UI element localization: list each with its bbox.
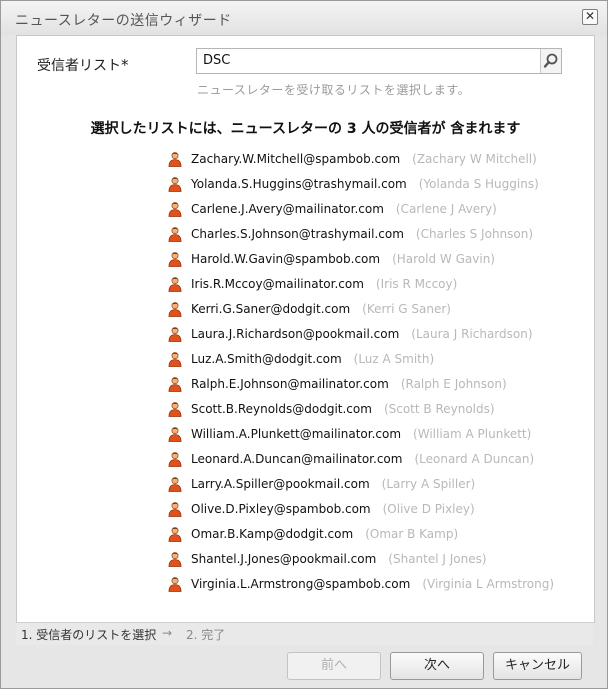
recipient-row: Kerri.G.Saner@dodgit.com (Kerri G Saner) (167, 296, 554, 321)
window-title: ニュースレターの送信ウィザード (15, 13, 232, 29)
person-icon (167, 301, 183, 317)
person-icon (167, 276, 183, 292)
recipient-name: (Yolanda S Huggins) (418, 176, 539, 191)
recipient-email: Kerri.G.Saner@dodgit.com (191, 301, 351, 316)
person-icon (167, 451, 183, 467)
person-icon (167, 401, 183, 417)
recipient-email: Yolanda.S.Huggins@trashymail.com (191, 176, 407, 191)
recipient-row: Larry.A.Spiller@pookmail.com (Larry A Spi… (167, 471, 554, 496)
person-icon (167, 426, 183, 442)
person-icon (167, 351, 183, 367)
content-panel: 受信者リスト* ニュースレターを受け取るリストを選択します。 選択したリストには… (16, 35, 595, 623)
recipient-list-label-text: 受信者リスト (37, 58, 121, 74)
field-hint: ニュースレターを受け取るリストを選択します。 (197, 83, 471, 97)
person-icon (167, 151, 183, 167)
recipient-name: (Ralph E Johnson) (400, 376, 507, 391)
recipient-email: Luz.A.Smith@dodgit.com (191, 351, 342, 366)
recipient-email: Iris.R.Mccoy@mailinator.com (191, 276, 364, 291)
recipient-email: Shantel.J.Jones@pookmail.com (191, 551, 377, 566)
recipient-email: William.A.Plunkett@mailinator.com (191, 426, 402, 441)
recipient-row: Virginia.L.Armstrong@spambob.com (Virgini… (167, 571, 554, 596)
recipient-name: (Omar B Kamp) (365, 526, 459, 541)
cancel-button[interactable]: キャンセル (493, 652, 582, 680)
recipient-row: Charles.S.Johnson@trashymail.com (Charles… (167, 221, 554, 246)
recipient-row: Harold.W.Gavin@spambob.com (Harold W Gavi… (167, 246, 554, 271)
recipient-name: (Leonard A Duncan) (414, 451, 535, 466)
recipient-email: Omar.B.Kamp@dodgit.com (191, 526, 354, 541)
recipient-row: Laura.J.Richardson@pookmail.com (Laura J … (167, 321, 554, 346)
recipient-row: Olive.D.Pixley@spambob.com (Olive D Pixle… (167, 496, 554, 521)
person-icon (167, 501, 183, 517)
recipient-row: Yolanda.S.Huggins@trashymail.com (Yolanda… (167, 171, 554, 196)
recipient-email: Harold.W.Gavin@spambob.com (191, 251, 381, 266)
title-bar[interactable]: ニュースレターの送信ウィザード ✕ (1, 1, 607, 35)
recipient-name: (Olive D Pixley) (382, 501, 475, 516)
recipient-name: (Harold W Gavin) (392, 251, 495, 266)
recipient-email: Scott.B.Reynolds@dodgit.com (191, 401, 372, 416)
recipient-list: Zachary.W.Mitchell@spambob.com (Zachary W… (167, 146, 554, 596)
recipient-email: Laura.J.Richardson@pookmail.com (191, 326, 400, 341)
recipient-name: (Larry A Spiller) (381, 476, 476, 491)
recipient-row: Leonard.A.Duncan@mailinator.com (Leonard … (167, 446, 554, 471)
recipient-row: Scott.B.Reynolds@dodgit.com (Scott B Reyn… (167, 396, 554, 421)
recipient-email: Carlene.J.Avery@mailinator.com (191, 201, 384, 216)
recipient-row: William.A.Plunkett@mailinator.com (Willia… (167, 421, 554, 446)
search-icon (543, 53, 558, 68)
recipient-row: Luz.A.Smith@dodgit.com (Luz A Smith) (167, 346, 554, 371)
close-button[interactable]: ✕ (582, 9, 598, 25)
person-icon (167, 326, 183, 342)
person-icon (167, 176, 183, 192)
recipient-name: (Charles S Johnson) (415, 226, 534, 241)
next-button[interactable]: 次へ (390, 652, 484, 680)
recipient-name: (Scott B Reynolds) (383, 401, 495, 416)
recipient-name: (Virginia L Armstrong) (422, 576, 555, 591)
recipient-row: Iris.R.Mccoy@mailinator.com (Iris R Mccoy… (167, 271, 554, 296)
person-icon (167, 476, 183, 492)
recipient-summary: 選択したリストには、ニュースレターの 3 人の受信者が 含まれます (90, 121, 521, 137)
recipient-name: (Iris R Mccoy) (375, 276, 458, 291)
person-icon (167, 376, 183, 392)
step-2-label: 2. 完了 (186, 628, 226, 642)
person-icon (167, 551, 183, 567)
recipient-name: (Laura J Richardson) (411, 326, 533, 341)
recipient-name: (Kerri G Saner) (362, 301, 451, 316)
recipient-row: Carlene.J.Avery@mailinator.com (Carlene J… (167, 196, 554, 221)
recipient-name: (Carlene J Avery) (395, 201, 497, 216)
wizard-dialog: ニュースレターの送信ウィザード ✕ 受信者リスト* ニュースレターを受け取るリス… (0, 0, 608, 689)
recipient-name: (Luz A Smith) (353, 351, 435, 366)
recipient-row: Zachary.W.Mitchell@spambob.com (Zachary W… (167, 146, 554, 171)
person-icon (167, 201, 183, 217)
recipient-email: Larry.A.Spiller@pookmail.com (191, 476, 370, 491)
recipient-email: Olive.D.Pixley@spambob.com (191, 501, 371, 516)
recipient-list-label: 受信者リスト* (37, 55, 129, 75)
search-button[interactable] (540, 49, 561, 73)
prev-button[interactable]: 前へ (287, 652, 381, 680)
recipient-email: Leonard.A.Duncan@mailinator.com (191, 451, 403, 466)
person-icon (167, 226, 183, 242)
step-arrow: → (162, 626, 173, 640)
recipient-email: Zachary.W.Mitchell@spambob.com (191, 151, 401, 166)
recipient-row: Shantel.J.Jones@pookmail.com (Shantel J J… (167, 546, 554, 571)
recipient-email: Virginia.L.Armstrong@spambob.com (191, 576, 411, 591)
required-mark: * (121, 56, 129, 74)
recipient-email: Ralph.E.Johnson@mailinator.com (191, 376, 389, 391)
person-icon (167, 251, 183, 267)
recipient-name: (Shantel J Jones) (388, 551, 487, 566)
person-icon (167, 526, 183, 542)
recipient-row: Ralph.E.Johnson@mailinator.com (Ralph E J… (167, 371, 554, 396)
step-1-label: 1. 受信者のリストを選択 (21, 628, 157, 642)
person-icon (167, 576, 183, 592)
recipient-name: (Zachary W Mitchell) (412, 151, 537, 166)
recipient-row: Omar.B.Kamp@dodgit.com (Omar B Kamp) (167, 521, 554, 546)
recipient-name: (William A Plunkett) (413, 426, 532, 441)
button-bar: 前へ 次へ キャンセル (1, 646, 607, 688)
recipient-email: Charles.S.Johnson@trashymail.com (191, 226, 404, 241)
wizard-steps: 1. 受信者のリストを選択 → 2. 完了 (16, 622, 593, 645)
recipient-list-input[interactable] (197, 49, 539, 72)
recipient-list-field[interactable] (196, 48, 562, 74)
